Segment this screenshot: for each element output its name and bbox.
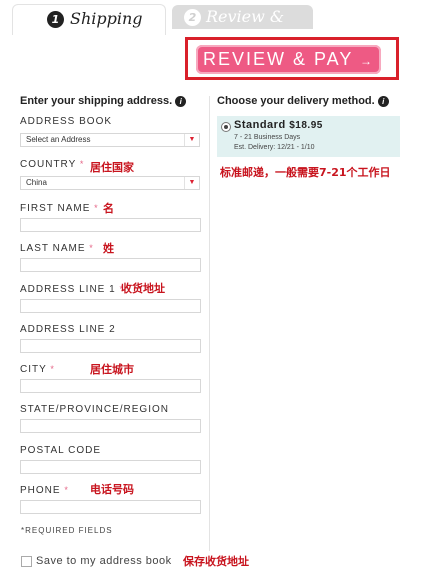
delivery-days: 7 - 21 Business Days: [234, 134, 301, 141]
info-icon[interactable]: i: [377, 95, 389, 107]
first-name-note: 名: [103, 202, 114, 215]
save-address-note: 保存收货地址: [183, 555, 249, 568]
city-input[interactable]: [20, 379, 201, 393]
review-pay-label: REVIEW & PAY: [202, 49, 354, 69]
country-note: 居住国家: [90, 161, 134, 174]
postal-code-label: POSTAL CODE: [20, 445, 102, 456]
last-name-note: 姓: [103, 242, 114, 255]
address-line1-input[interactable]: [20, 299, 201, 313]
column-divider: [209, 96, 210, 551]
info-icon[interactable]: i: [175, 95, 187, 107]
postal-code-input[interactable]: [20, 460, 201, 474]
tab-review-pay[interactable]: 2 Review & Pay: [172, 5, 313, 45]
phone-input[interactable]: [20, 500, 201, 514]
state-label: STATE/PROVINCE/REGION: [20, 404, 169, 415]
dropdown-arrow-icon: ▼: [184, 134, 199, 146]
last-name-label: LAST NAME *: [20, 243, 94, 254]
tab-shipping-label: Shipping: [70, 9, 143, 28]
review-pay-button[interactable]: REVIEW & PAY →: [196, 45, 381, 74]
first-name-input[interactable]: [20, 218, 201, 232]
save-address-checkbox[interactable]: [21, 556, 32, 567]
tab-shipping[interactable]: 1 Shipping: [12, 4, 166, 35]
required-fields-note: *REQUIRED FIELDS: [21, 526, 113, 535]
delivery-option-standard[interactable]: Standard $18.95 7 - 21 Business Days Est…: [217, 116, 400, 157]
delivery-estimate: Est. Delivery: 12/21 - 1/10: [234, 144, 315, 151]
phone-label: PHONE *: [20, 485, 69, 496]
address-line2-input[interactable]: [20, 339, 201, 353]
delivery-title: Standard $18.95: [234, 119, 323, 131]
city-note: 居住城市: [90, 363, 134, 376]
arrow-right-icon: →: [360, 54, 375, 68]
city-label: CITY *: [20, 364, 55, 375]
address-book-select[interactable]: Select an Address ▼: [20, 133, 200, 147]
save-address-label: Save to my address book: [36, 555, 172, 567]
delivery-note: 标准邮递，一般需要7-21个工作日: [220, 166, 391, 179]
last-name-input[interactable]: [20, 258, 201, 272]
address-line1-note: 收货地址: [121, 282, 165, 295]
address-book-label: ADDRESS BOOK: [20, 116, 113, 127]
address-line2-label: ADDRESS LINE 2: [20, 324, 116, 335]
delivery-radio[interactable]: [221, 122, 231, 132]
delivery-method-heading: Choose your delivery method. i: [217, 95, 389, 107]
phone-note: 电话号码: [90, 483, 134, 496]
address-line1-label: ADDRESS LINE 1 *: [20, 284, 124, 295]
first-name-label: FIRST NAME *: [20, 203, 99, 214]
review-pay-highlight: REVIEW & PAY →: [185, 37, 399, 80]
step-2-icon: 2: [184, 9, 201, 26]
country-select[interactable]: China ▼: [20, 176, 200, 190]
country-label: COUNTRY *: [20, 159, 85, 170]
dropdown-arrow-icon: ▼: [184, 177, 199, 189]
state-input[interactable]: [20, 419, 201, 433]
shipping-address-heading: Enter your shipping address. i: [20, 95, 187, 107]
step-1-icon: 1: [47, 11, 64, 28]
